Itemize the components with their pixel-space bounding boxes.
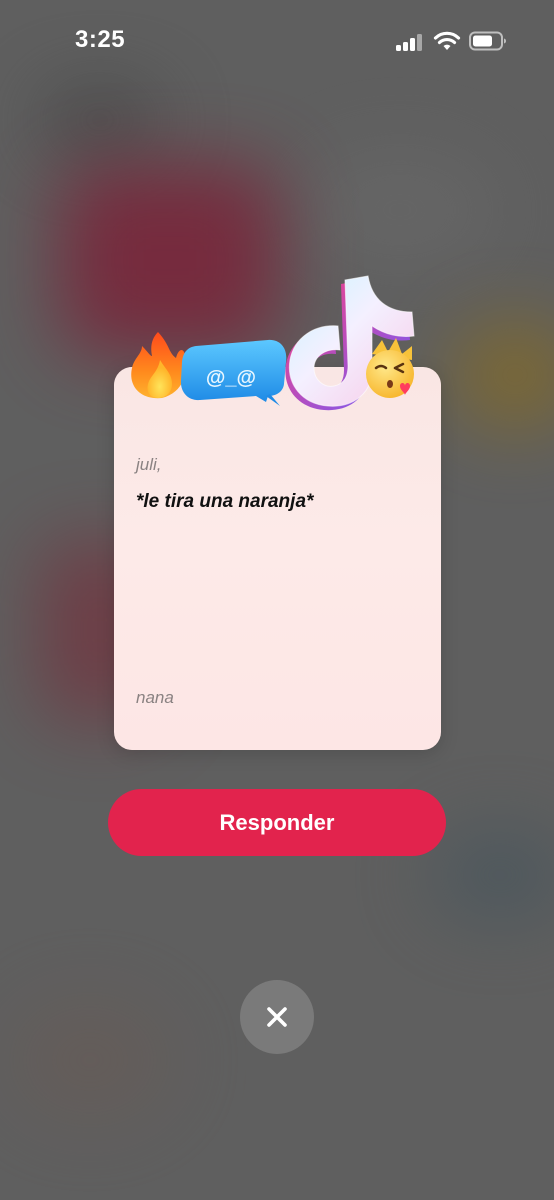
card-message: *le tira una naranja* [136,491,314,512]
status-bar: 3:25 [0,0,554,84]
message-card: juli, *le tira una naranja* nana [114,367,441,750]
card-greeting: juli, [136,455,162,474]
close-button[interactable] [240,980,314,1054]
status-time: 3:25 [75,26,126,53]
close-icon [267,1007,287,1027]
battery-icon [469,31,506,51]
cellular-signal-icon [396,33,424,51]
respond-button[interactable]: Responder [108,789,446,856]
wifi-icon [433,31,461,50]
card-signature: nana [136,688,174,707]
